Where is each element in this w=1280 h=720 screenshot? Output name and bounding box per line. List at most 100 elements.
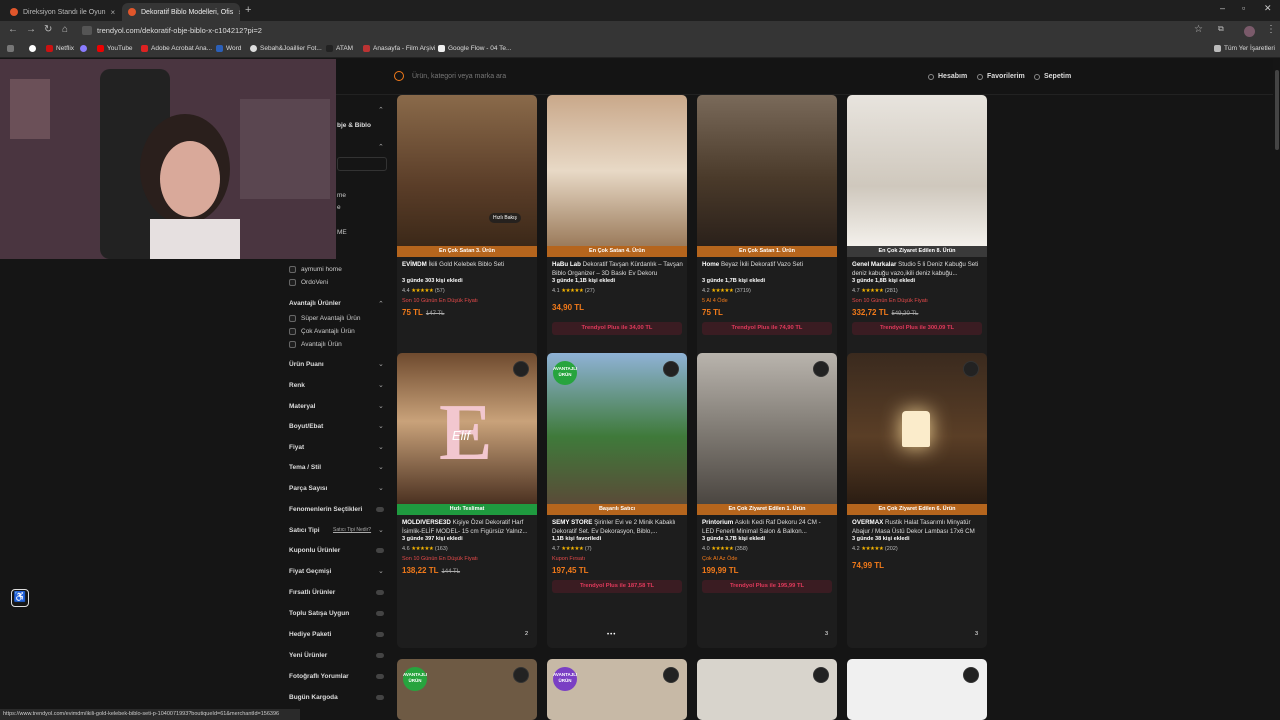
filter-6[interactable]: Parça Sayısı — [289, 485, 327, 492]
chevron-up-icon[interactable]: ⌃ — [378, 300, 384, 308]
back-icon[interactable]: ← — [8, 24, 18, 35]
all-bookmarks[interactable]: Tüm Yer İşaretleri — [1214, 45, 1275, 52]
new-tab-icon[interactable]: + — [245, 4, 251, 16]
scrollbar-thumb[interactable] — [1275, 70, 1279, 150]
site-info-icon[interactable] — [82, 26, 92, 35]
filter-5[interactable]: Tema / Stil — [289, 464, 321, 471]
toggle-switch[interactable] — [376, 632, 384, 637]
bookmark-youtube[interactable]: YouTube — [97, 45, 133, 52]
toggle-switch[interactable] — [376, 590, 384, 595]
filter-10[interactable]: Fiyat Geçmişi — [289, 568, 331, 575]
favorite-heart-icon[interactable] — [963, 667, 979, 683]
brand-item[interactable]: e — [337, 204, 341, 211]
product-title[interactable]: SEMY STORE Şirinler Evi ve 2 Minik Kabak… — [552, 519, 684, 536]
menu-icon[interactable]: ⋮ — [1266, 24, 1276, 35]
filter-advantaged-title[interactable]: Avantajlı Ürünler — [289, 300, 341, 307]
product-card[interactable] — [847, 659, 987, 720]
product-title[interactable]: HaBu Lab Dekoratif Tavşan Kürdanlık – Ta… — [552, 261, 684, 278]
product-card[interactable] — [697, 659, 837, 720]
url-field[interactable]: trendyol.com/dekoratif-obje-biblo-x-c104… — [97, 26, 262, 35]
bookmark-sebah[interactable]: Sebah&Joaillier Fot... — [250, 45, 322, 52]
google-icon[interactable] — [29, 45, 36, 52]
filter-0[interactable]: Ürün Puanı — [289, 361, 324, 368]
product-title[interactable]: EVİMDM İkili Gold Kelebek Biblo Seti — [402, 261, 534, 270]
filter-12[interactable]: Toplu Satışa Uygun — [289, 610, 349, 617]
quick-view-button[interactable]: Hızlı Bakış — [489, 213, 521, 223]
favorite-heart-icon[interactable] — [513, 361, 529, 377]
product-card[interactable]: •••En Çok Ziyaret Edilen 8. ÜrünGenel Ma… — [847, 95, 987, 390]
checkbox[interactable] — [289, 279, 296, 286]
favorite-heart-icon[interactable] — [813, 667, 829, 683]
filter-9[interactable]: Kuponlu Ürünler — [289, 547, 340, 554]
favorites-link[interactable]: Favorilerim — [977, 73, 1025, 80]
sidebar-category-label[interactable]: bje & Biblo — [337, 122, 371, 129]
favorite-heart-icon[interactable] — [663, 361, 679, 377]
toggle-switch[interactable] — [376, 548, 384, 553]
bookmark-film-arsivi[interactable]: Anasayfa - Film Arşivi — [363, 45, 436, 52]
product-card[interactable]: AVANTAJLI ÜRÜN ••• Başarılı Satıcı SEMY STO… — [547, 353, 687, 648]
chevron-down-icon[interactable]: ⌄ — [378, 402, 384, 410]
chevron-down-icon[interactable]: ⌄ — [378, 526, 384, 534]
minimize-icon[interactable]: – — [1220, 3, 1225, 13]
checkbox[interactable] — [289, 341, 296, 348]
filter-1[interactable]: Renk — [289, 382, 305, 389]
product-image[interactable] — [697, 95, 837, 247]
chevron-down-icon[interactable]: ⌄ — [378, 567, 384, 575]
product-card[interactable]: E Elif 2 Hızlı Teslimat MOLDIVERSE3D Kişiye … — [397, 353, 537, 648]
product-card[interactable]: 3 En Çok Ziyaret Edilen 6. Ürün OVERMAX Ru… — [847, 353, 987, 648]
product-image[interactable] — [847, 95, 987, 247]
product-image[interactable] — [397, 95, 537, 247]
search-input[interactable]: Ürün, kategori veya marka ara — [412, 73, 506, 80]
checkbox[interactable] — [289, 315, 296, 322]
filter-7[interactable]: Fenomenlerin Seçtikleri — [289, 506, 362, 513]
bookmark-acrobat[interactable]: Adobe Acrobat Ana... — [141, 45, 212, 52]
toggle-switch[interactable] — [376, 507, 384, 512]
browser-tab-1[interactable]: Direksiyon Standı ile Oyun × — [4, 3, 120, 21]
product-card[interactable]: •••En Çok Satan 1. ÜrünHome Beyaz İkili … — [697, 95, 837, 390]
bookmark-google-flow[interactable]: Google Flow - 04 Te... — [438, 45, 511, 52]
forward-icon[interactable]: → — [26, 24, 36, 35]
close-tab-icon[interactable]: × — [238, 8, 240, 17]
product-title[interactable]: Printorium Askılı Kedi Raf Dekoru 24 CM … — [702, 519, 834, 536]
favorite-heart-icon[interactable] — [963, 361, 979, 377]
favorite-heart-icon[interactable] — [663, 667, 679, 683]
product-card[interactable]: 3 En Çok Ziyaret Edilen 1. Ürün Printorium… — [697, 353, 837, 648]
brand-item[interactable]: ME — [337, 229, 347, 236]
product-title[interactable]: MOLDIVERSE3D Kişiye Özel Dekoratif Harf … — [402, 519, 534, 536]
chevron-down-icon[interactable]: ⌄ — [378, 484, 384, 492]
product-card[interactable]: AVANTAJLI ÜRÜN — [397, 659, 537, 720]
brand-item[interactable]: OrdoVeni — [289, 279, 328, 286]
filter-2[interactable]: Materyal — [289, 403, 315, 410]
product-card[interactable]: Hızlı Bakış2En Çok Satan 3. ÜrünEVİMDM İ… — [397, 95, 537, 390]
accessibility-icon[interactable]: ♿ — [11, 589, 29, 607]
apps-icon[interactable] — [7, 45, 14, 52]
filter-13[interactable]: Hediye Paketi — [289, 631, 331, 638]
close-tab-icon[interactable]: × — [110, 8, 115, 17]
chevron-down-icon[interactable]: ⌄ — [378, 360, 384, 368]
filter-option[interactable]: Süper Avantajlı Ürün — [289, 315, 361, 322]
filter-11[interactable]: Fırsatlı Ürünler — [289, 589, 335, 596]
cart-link[interactable]: Sepetim — [1034, 73, 1071, 80]
page-scrollbar[interactable] — [1273, 59, 1280, 720]
checkbox[interactable] — [289, 266, 296, 273]
reload-icon[interactable]: ↻ — [44, 24, 52, 35]
product-image[interactable] — [547, 95, 687, 247]
maximize-icon[interactable]: ▫ — [1242, 3, 1245, 13]
home-icon[interactable]: ⌂ — [62, 24, 68, 35]
bookmark-atam[interactable]: ATAM — [326, 45, 353, 52]
filter-3[interactable]: Boyut/Ebat — [289, 423, 323, 430]
bookmark-star-icon[interactable]: ☆ — [1194, 24, 1203, 35]
filter-option[interactable]: Çok Avantajlı Ürün — [289, 328, 355, 335]
toggle-switch[interactable] — [376, 653, 384, 658]
filter-15[interactable]: Fotoğraflı Yorumlar — [289, 673, 349, 680]
filter-14[interactable]: Yeni Ürünler — [289, 652, 327, 659]
product-card[interactable]: •••En Çok Satan 4. ÜrünHaBu Lab Dekorati… — [547, 95, 687, 390]
checkbox[interactable] — [289, 328, 296, 335]
favorite-heart-icon[interactable] — [513, 667, 529, 683]
toggle-switch[interactable] — [376, 674, 384, 679]
filter-option[interactable]: Avantajlı Ürün — [289, 341, 342, 348]
bookmark-word[interactable]: Word — [216, 45, 241, 52]
chevron-down-icon[interactable]: ⌄ — [378, 422, 384, 430]
seller-type-info-link[interactable]: Satıcı Tipi Nedir? — [333, 527, 371, 533]
bookmark-icon[interactable] — [80, 45, 87, 52]
